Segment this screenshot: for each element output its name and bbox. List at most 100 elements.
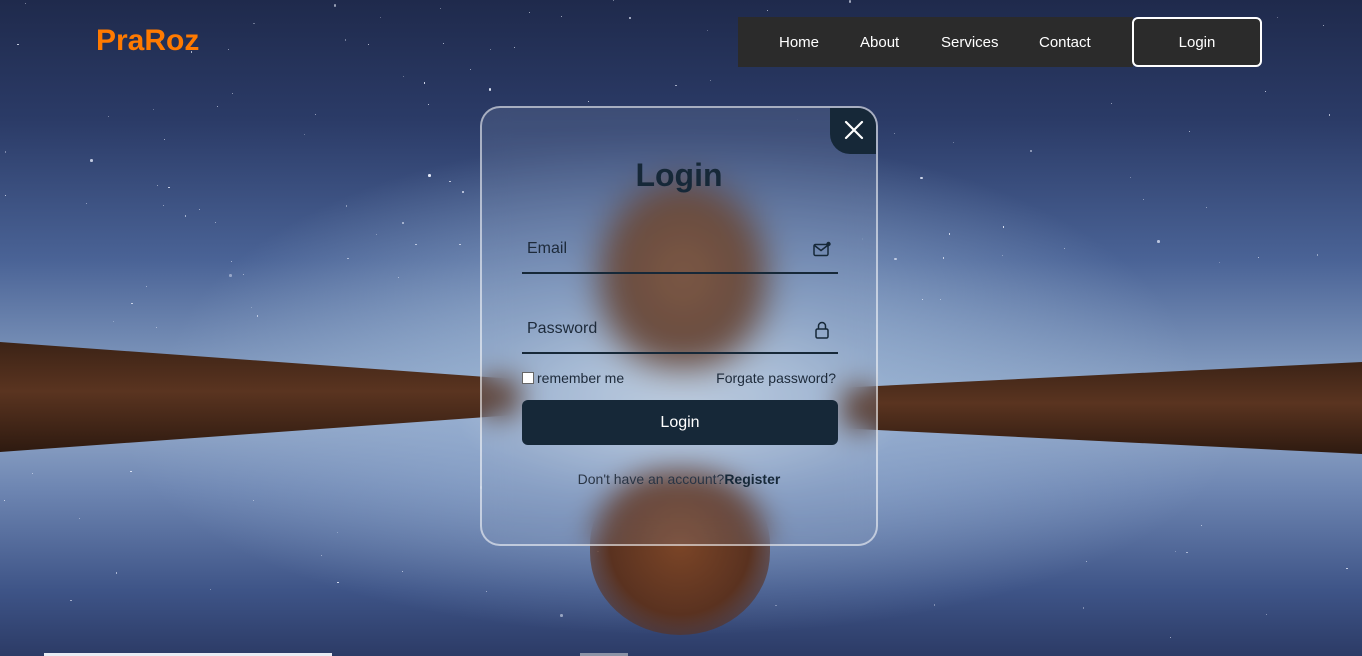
login-submit-button[interactable]: Login (522, 400, 838, 445)
star (488, 88, 492, 91)
star (380, 17, 382, 19)
star (427, 104, 430, 106)
nav-login-button[interactable]: Login (1132, 17, 1262, 67)
star (4, 500, 6, 502)
star (612, 0, 614, 2)
star (1265, 90, 1267, 93)
login-modal: Login remember me Forgate password? Logi… (480, 106, 878, 546)
star (939, 298, 941, 301)
star (257, 315, 259, 317)
star (397, 277, 399, 279)
star (1329, 114, 1331, 116)
password-field (522, 306, 838, 354)
email-field (522, 226, 838, 274)
star (108, 115, 110, 117)
star (253, 500, 255, 502)
star (933, 604, 935, 606)
star (1157, 240, 1160, 243)
star (442, 42, 444, 45)
star (85, 203, 87, 205)
star (184, 215, 187, 217)
nav-link-about[interactable]: About (860, 34, 899, 51)
star (209, 588, 211, 590)
star (1142, 198, 1144, 201)
star (675, 84, 677, 86)
star (766, 9, 768, 11)
star (1002, 226, 1004, 228)
star (513, 46, 515, 48)
nav-link-home[interactable]: Home (779, 34, 819, 51)
star (4, 195, 6, 197)
star (251, 306, 253, 308)
star (199, 208, 201, 210)
remember-checkbox[interactable] (522, 372, 534, 384)
star (131, 303, 133, 305)
star (948, 233, 951, 235)
star (1265, 613, 1267, 615)
star (17, 44, 19, 46)
star (157, 185, 159, 187)
star (1218, 261, 1221, 263)
star (227, 48, 229, 51)
star (153, 108, 155, 110)
star (112, 320, 114, 323)
star (402, 222, 404, 224)
star (415, 244, 417, 246)
star (31, 472, 33, 474)
star (163, 139, 165, 141)
star (163, 204, 165, 206)
star (560, 15, 562, 17)
star (440, 7, 442, 10)
nav-link-services[interactable]: Services (941, 34, 999, 51)
remember-label: remember me (537, 370, 625, 386)
star (462, 191, 464, 193)
star (489, 49, 492, 51)
brand-logo[interactable]: PraRoz (96, 24, 199, 58)
nav-link-contact[interactable]: Contact (1039, 34, 1091, 51)
star (953, 141, 955, 143)
star (145, 285, 147, 287)
close-button[interactable] (830, 108, 876, 154)
star (303, 133, 305, 135)
star (1322, 24, 1325, 27)
star (1029, 149, 1033, 153)
star (347, 257, 349, 260)
star (375, 233, 378, 235)
star (942, 257, 944, 259)
close-icon (844, 120, 864, 140)
star (706, 29, 708, 32)
star (894, 133, 896, 135)
email-input[interactable] (522, 226, 838, 272)
star (242, 273, 244, 276)
star (321, 554, 323, 556)
star (231, 92, 233, 94)
star (1174, 550, 1177, 553)
star (1200, 524, 1203, 526)
register-link[interactable]: Register (724, 471, 780, 487)
star (894, 257, 897, 261)
star (130, 470, 132, 473)
star (920, 176, 923, 180)
password-input[interactable] (522, 306, 838, 352)
star (24, 2, 26, 4)
star (775, 605, 777, 607)
star (346, 205, 348, 207)
star (229, 274, 232, 277)
forgot-password-link[interactable]: Forgate password? (716, 370, 836, 386)
star (1085, 560, 1088, 563)
star (449, 180, 451, 182)
star (344, 39, 346, 41)
star (629, 17, 631, 19)
star (428, 174, 431, 177)
star (337, 532, 339, 534)
star (333, 4, 337, 7)
star (1001, 254, 1003, 256)
star (231, 260, 233, 263)
star (529, 11, 531, 13)
star (5, 151, 7, 153)
star (1346, 568, 1348, 570)
star (1064, 247, 1066, 249)
star (1186, 552, 1188, 554)
star (1257, 257, 1259, 259)
remember-me[interactable]: remember me (522, 370, 624, 386)
